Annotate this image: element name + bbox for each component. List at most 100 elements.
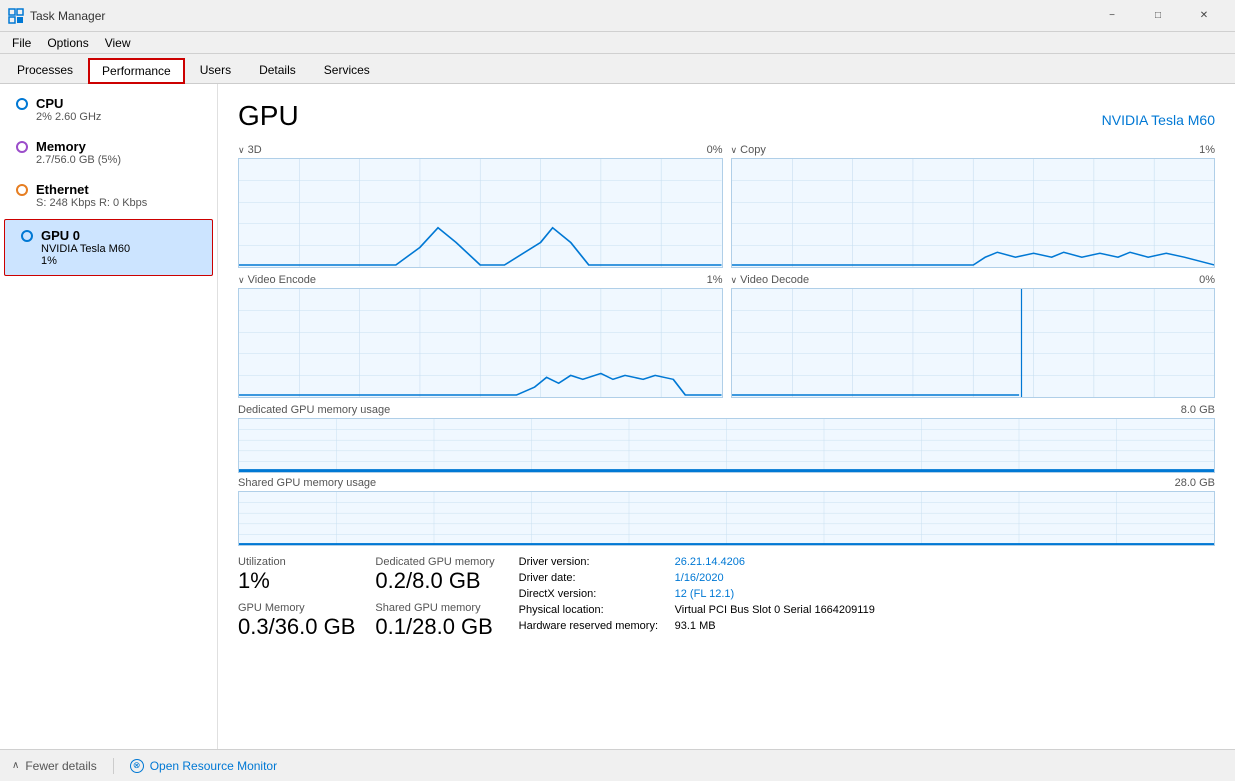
stat-utilization: Utilization 1% GPU Memory 0.3/36.0 GB bbox=[238, 556, 355, 640]
gpu-dot bbox=[21, 230, 33, 242]
chart-3d-label: ∨ 3D bbox=[238, 144, 262, 156]
chart-encode-pct: 1% bbox=[707, 274, 723, 286]
physical-key: Physical location: bbox=[519, 604, 659, 616]
fewer-details-button[interactable]: ∧ Fewer details bbox=[12, 759, 97, 773]
chart-decode-box bbox=[731, 288, 1216, 398]
chevron-up-icon: ∧ bbox=[12, 760, 19, 771]
gpu-model-name: NVIDIA Tesla M60 bbox=[1102, 112, 1215, 128]
sidebar-item-gpu0[interactable]: GPU 0 NVIDIA Tesla M60 1% bbox=[4, 219, 213, 276]
chart-decode-label: ∨ Video Decode bbox=[731, 274, 810, 286]
cpu-dot bbox=[16, 98, 28, 110]
charts-row-2: ∨ Video Encode 1% bbox=[238, 274, 1215, 398]
chart-copy-svg bbox=[732, 159, 1215, 267]
chart-3d-pct: 0% bbox=[707, 144, 723, 156]
tab-details[interactable]: Details bbox=[246, 57, 309, 83]
sidebar-item-memory[interactable]: Memory 2.7/56.0 GB (5%) bbox=[0, 131, 217, 174]
driver-date-key: Driver date: bbox=[519, 572, 659, 584]
gpu-pct: 1% bbox=[41, 255, 200, 267]
menu-view[interactable]: View bbox=[97, 34, 139, 52]
charts-row-1: ∨ 3D 0% bbox=[238, 144, 1215, 268]
menu-file[interactable]: File bbox=[4, 34, 39, 52]
sidebar-item-ethernet[interactable]: Ethernet S: 248 Kbps R: 0 Kbps bbox=[0, 174, 217, 217]
dedicated-svg bbox=[239, 419, 1214, 472]
physical-val: Virtual PCI Bus Slot 0 Serial 1664209119 bbox=[675, 604, 875, 616]
tabbar: Processes Performance Users Details Serv… bbox=[0, 54, 1235, 84]
chart-encode-label: ∨ Video Encode bbox=[238, 274, 316, 286]
window-controls: − □ ✕ bbox=[1089, 0, 1227, 32]
driver-version-val: 26.21.14.4206 bbox=[675, 556, 875, 568]
info-values: 26.21.14.4206 1/16/2020 12 (FL 12.1) Vir… bbox=[675, 556, 875, 632]
memory-label: Memory bbox=[36, 139, 86, 154]
shared-label: Shared GPU memory usage bbox=[238, 477, 376, 489]
menu-options[interactable]: Options bbox=[39, 34, 96, 52]
resource-monitor-icon: ⊗ bbox=[130, 759, 144, 773]
chart-decode-pct: 0% bbox=[1199, 274, 1215, 286]
ethernet-label: Ethernet bbox=[36, 182, 89, 197]
tab-services[interactable]: Services bbox=[311, 57, 383, 83]
tab-performance[interactable]: Performance bbox=[88, 58, 185, 84]
maximize-button[interactable]: □ bbox=[1135, 0, 1181, 32]
stat-util-value: 1% bbox=[238, 568, 355, 594]
gpu-header: GPU NVIDIA Tesla M60 bbox=[238, 100, 1215, 132]
shared-svg bbox=[239, 492, 1214, 545]
open-resource-monitor-button[interactable]: ⊗ Open Resource Monitor bbox=[130, 759, 277, 773]
stat-ded-value: 0.2/8.0 GB bbox=[375, 568, 494, 594]
stat-shared-label: Shared GPU memory bbox=[375, 602, 494, 614]
shared-memory-chart: Shared GPU memory usage 28.0 GB bbox=[238, 477, 1215, 546]
gpu-model: NVIDIA Tesla M60 bbox=[41, 243, 200, 255]
directx-val: 12 (FL 12.1) bbox=[675, 588, 875, 600]
chart-copy: ∨ Copy 1% bbox=[731, 144, 1216, 268]
minimize-button[interactable]: − bbox=[1089, 0, 1135, 32]
chart-video-encode: ∨ Video Encode 1% bbox=[238, 274, 723, 398]
sidebar-item-cpu[interactable]: CPU 2% 2.60 GHz bbox=[0, 88, 217, 131]
dedicated-memory-chart: Dedicated GPU memory usage 8.0 GB bbox=[238, 404, 1215, 473]
cpu-label: CPU bbox=[36, 96, 63, 111]
ethernet-dot bbox=[16, 184, 28, 196]
stat-util-label: Utilization bbox=[238, 556, 355, 568]
close-button[interactable]: ✕ bbox=[1181, 0, 1227, 32]
info-keys: Driver version: Driver date: DirectX ver… bbox=[519, 556, 659, 632]
content-area: GPU NVIDIA Tesla M60 ∨ 3D 0% bbox=[218, 84, 1235, 749]
menubar: File Options View bbox=[0, 32, 1235, 54]
app-icon bbox=[8, 8, 30, 24]
stats-section: Utilization 1% GPU Memory 0.3/36.0 GB De… bbox=[238, 556, 1215, 640]
titlebar: Task Manager − □ ✕ bbox=[0, 0, 1235, 32]
chart-copy-label: ∨ Copy bbox=[731, 144, 766, 156]
directx-key: DirectX version: bbox=[519, 588, 659, 600]
gpu-title: GPU bbox=[238, 100, 299, 132]
shared-bar bbox=[238, 491, 1215, 546]
info-row-driver: Driver version: Driver date: DirectX ver… bbox=[519, 556, 875, 632]
chart-video-decode: ∨ Video Decode 0% bbox=[731, 274, 1216, 398]
tab-users[interactable]: Users bbox=[187, 57, 244, 83]
hardware-val: 93.1 MB bbox=[675, 620, 875, 632]
cpu-stats: 2% 2.60 GHz bbox=[36, 111, 205, 123]
driver-date-val: 1/16/2020 bbox=[675, 572, 875, 584]
shared-size: 28.0 GB bbox=[1175, 477, 1215, 489]
sidebar: CPU 2% 2.60 GHz Memory 2.7/56.0 GB (5%) … bbox=[0, 84, 218, 749]
memory-stats: 2.7/56.0 GB (5%) bbox=[36, 154, 205, 166]
fewer-details-label: Fewer details bbox=[25, 759, 96, 773]
stat-gpumem-value: 0.3/36.0 GB bbox=[238, 614, 355, 640]
ethernet-stats: S: 248 Kbps R: 0 Kbps bbox=[36, 197, 205, 209]
bottombar: ∧ Fewer details ⊗ Open Resource Monitor bbox=[0, 749, 1235, 781]
chart-3d-box bbox=[238, 158, 723, 268]
chart-copy-pct: 1% bbox=[1199, 144, 1215, 156]
chart-3d: ∨ 3D 0% bbox=[238, 144, 723, 268]
dedicated-bar bbox=[238, 418, 1215, 473]
dedicated-label: Dedicated GPU memory usage bbox=[238, 404, 390, 416]
memory-dot bbox=[16, 141, 28, 153]
dedicated-size: 8.0 GB bbox=[1181, 404, 1215, 416]
separator bbox=[113, 758, 114, 774]
info-section: Driver version: Driver date: DirectX ver… bbox=[519, 556, 875, 632]
gpu-label: GPU 0 bbox=[41, 228, 80, 243]
stat-shared-value: 0.1/28.0 GB bbox=[375, 614, 494, 640]
chart-decode-svg bbox=[732, 289, 1215, 397]
stat-ded-label: Dedicated GPU memory bbox=[375, 556, 494, 568]
tab-processes[interactable]: Processes bbox=[4, 57, 86, 83]
driver-version-key: Driver version: bbox=[519, 556, 659, 568]
window-title: Task Manager bbox=[30, 9, 1089, 23]
resource-monitor-label: Open Resource Monitor bbox=[150, 759, 277, 773]
chart-encode-svg bbox=[239, 289, 722, 397]
stat-dedicated: Dedicated GPU memory 0.2/8.0 GB Shared G… bbox=[375, 556, 494, 640]
main-layout: CPU 2% 2.60 GHz Memory 2.7/56.0 GB (5%) … bbox=[0, 84, 1235, 749]
